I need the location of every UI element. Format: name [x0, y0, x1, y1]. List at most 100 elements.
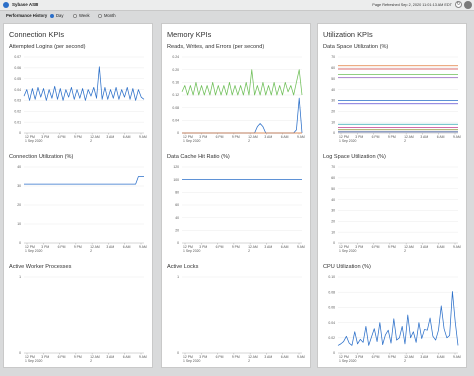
chart-title: Log Space Utilization (%): [323, 154, 386, 160]
radio-month[interactable]: [98, 14, 102, 18]
log-space-utilization-chart: Log Space Utilization (%) 0 10 20 30 40 50 60 7…: [318, 154, 468, 266]
x-tick-label: 9 PM: [388, 245, 396, 249]
y-tick-label: 0: [19, 351, 21, 355]
x-tick-label: 3 AM: [420, 245, 428, 249]
y-tick-label: 40: [331, 198, 335, 202]
chart-title: CPU Utilization (%): [323, 264, 371, 270]
series-line: [24, 176, 144, 185]
x-tick-label: 1 Sep 2020: [183, 359, 200, 363]
x-tick-label: 3 PM: [199, 245, 207, 249]
x-tick-label: 6 PM: [372, 135, 380, 139]
y-tick-label: 0: [333, 351, 335, 355]
y-tick-label: 10: [17, 222, 21, 226]
x-tick-label: 3 AM: [106, 135, 114, 139]
y-tick-label: 0.06: [328, 306, 335, 310]
y-tick-label: 0.24: [172, 55, 179, 59]
x-tick-label: 6 PM: [216, 355, 224, 359]
chart-title: Connection Utilization (%): [9, 154, 74, 160]
y-tick-label: 0: [177, 131, 179, 135]
performance-history-bar: Performance History Day Week Month: [0, 11, 474, 21]
x-tick-label: 2: [90, 249, 92, 253]
x-tick-label: 2: [248, 139, 250, 143]
reads-writes-errors-plot: 00.040.080.120.160.200.2412 PM1 Sep 2020…: [172, 55, 305, 143]
y-tick-label: 1: [19, 275, 21, 279]
y-tick-label: 0.20: [172, 68, 179, 72]
x-tick-label: 9 PM: [232, 355, 240, 359]
x-tick-label: 3 AM: [264, 355, 272, 359]
radio-week[interactable]: [73, 14, 77, 18]
log-space-utilization-plot: 01020304050607012 PM1 Sep 20203 PM 6 PM 9 …: [331, 165, 461, 253]
chevron-down-icon[interactable]: ▾: [36, 1, 38, 9]
y-tick-label: 0: [19, 241, 21, 245]
x-tick-label: 6 AM: [123, 245, 131, 249]
attempted-logins-plot: 00.010.020.030.040.050.060.0712 PM1 Sep …: [14, 55, 147, 143]
y-tick-label: 0: [19, 131, 21, 135]
chart-title: Reads, Writes, and Errors (per second): [167, 44, 265, 50]
x-tick-label: 6 AM: [281, 355, 289, 359]
x-tick-label: 6 AM: [437, 245, 445, 249]
x-tick-label: 9 AM: [139, 245, 147, 249]
x-tick-label: 1 Sep 2020: [339, 249, 356, 253]
x-tick-label: 9 PM: [74, 355, 82, 359]
y-tick-label: 100: [173, 178, 179, 182]
panel-title: Connection KPIs: [9, 30, 65, 39]
x-tick-label: 6 AM: [437, 135, 445, 139]
y-tick-label: 0.08: [328, 290, 335, 294]
y-tick-label: 10: [331, 120, 335, 124]
y-tick-label: 0.04: [14, 88, 21, 92]
x-tick-label: 6 PM: [372, 355, 380, 359]
data-cache-hit-ratio-plot: 02040608010012012 PM1 Sep 20203 PM 6 PM 9 …: [173, 165, 305, 253]
x-tick-label: 9 PM: [74, 245, 82, 249]
y-tick-label: 0.05: [14, 77, 21, 81]
y-tick-label: 0: [177, 241, 179, 245]
y-tick-label: 1: [177, 275, 179, 279]
x-tick-label: 6 PM: [58, 355, 66, 359]
x-tick-label: 9 PM: [74, 135, 82, 139]
chart-title: Active Locks: [167, 264, 199, 270]
x-tick-label: 3 PM: [199, 355, 207, 359]
x-tick-label: 2: [248, 249, 250, 253]
refresh-icon[interactable]: ↻: [455, 1, 462, 8]
x-tick-label: 9 PM: [232, 135, 240, 139]
x-tick-label: 3 AM: [420, 355, 428, 359]
y-tick-label: 10: [331, 230, 335, 234]
y-tick-label: 20: [17, 203, 21, 207]
x-tick-label: 3 AM: [106, 355, 114, 359]
x-tick-label: 1 Sep 2020: [25, 249, 42, 253]
y-tick-label: 60: [175, 203, 179, 207]
x-tick-label: 9 AM: [453, 355, 461, 359]
connection-kpis-panel: Connection KPIs Attempted Logins (per se…: [3, 23, 153, 368]
y-tick-label: 0.06: [14, 66, 21, 70]
radio-month-label[interactable]: Month: [104, 12, 116, 20]
y-tick-label: 0.02: [14, 109, 21, 113]
y-tick-label: 0.07: [14, 55, 21, 59]
radio-week-label[interactable]: Week: [79, 12, 90, 20]
database-selector[interactable]: Sybase ASE: [12, 1, 38, 9]
cpu-utilization-plot: 00.020.040.060.080.1012 PM1 Sep 20203 PM…: [328, 275, 461, 363]
connection-utilization-chart: Connection Utilization (%) 0 10 20 30 40 12 P…: [4, 154, 154, 266]
radio-day-label[interactable]: Day: [56, 12, 63, 20]
x-tick-label: 3 PM: [41, 135, 49, 139]
data-space-utilization-plot: 01020304050607012 PM1 Sep 20203 PM 6 PM 9 …: [331, 55, 461, 143]
x-tick-label: 9 PM: [232, 245, 240, 249]
x-tick-label: 6 PM: [58, 245, 66, 249]
x-tick-label: 9 AM: [139, 135, 147, 139]
y-tick-label: 30: [17, 184, 21, 188]
x-tick-label: 1 Sep 2020: [183, 249, 200, 253]
x-tick-label: 9 AM: [297, 135, 305, 139]
active-worker-processes-plot: 0112 PM1 Sep 20203 PM 6 PM 9 PM 12 AM23 AM 6…: [19, 275, 147, 363]
series-line: [182, 97, 303, 134]
y-tick-label: 0: [333, 131, 335, 135]
user-avatar-icon[interactable]: [464, 1, 472, 9]
x-tick-label: 3 PM: [355, 135, 363, 139]
y-tick-label: 40: [331, 88, 335, 92]
x-tick-label: 9 PM: [388, 355, 396, 359]
x-tick-label: 1 Sep 2020: [339, 139, 356, 143]
y-tick-label: 0.02: [328, 336, 335, 340]
x-tick-label: 1 Sep 2020: [25, 359, 42, 363]
y-tick-label: 0.08: [172, 106, 179, 110]
radio-day[interactable]: [50, 14, 54, 18]
attempted-logins-chart: Attempted Logins (per second) 0 0.01 0.02 0…: [4, 44, 154, 156]
y-tick-label: 70: [331, 165, 335, 169]
x-tick-label: 9 AM: [453, 135, 461, 139]
